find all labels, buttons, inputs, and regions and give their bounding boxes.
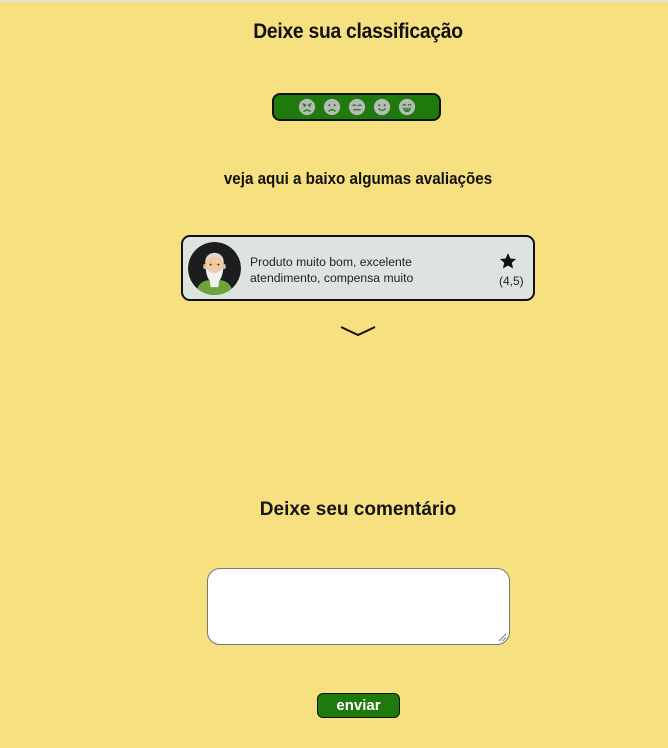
elderly-man-avatar bbox=[188, 242, 241, 295]
top-border bbox=[0, 0, 668, 2]
grin-face-icon[interactable] bbox=[398, 98, 416, 116]
rating-bar bbox=[272, 93, 441, 121]
review-card: Produto muito bom, excelente atendimento… bbox=[181, 235, 535, 301]
neutral-face-icon[interactable] bbox=[348, 98, 366, 116]
smile-face-icon[interactable] bbox=[373, 98, 391, 116]
star-icon bbox=[499, 253, 517, 269]
review-score: (4,5) bbox=[499, 274, 524, 288]
resize-handle-icon[interactable] bbox=[497, 632, 507, 642]
review-text: Produto muito bom, excelente atendimento… bbox=[250, 255, 414, 285]
page-title: Deixe sua classificação bbox=[253, 20, 463, 43]
reviews-heading: veja aqui a baixo algumas avaliações bbox=[223, 170, 493, 188]
angry-face-icon[interactable] bbox=[298, 98, 316, 116]
comment-heading: Deixe seu comentário bbox=[259, 499, 457, 520]
submit-button[interactable]: enviar bbox=[317, 693, 400, 718]
comment-textarea[interactable] bbox=[207, 568, 510, 645]
sad-face-icon[interactable] bbox=[323, 98, 341, 116]
chevron-down-icon[interactable] bbox=[340, 324, 376, 338]
